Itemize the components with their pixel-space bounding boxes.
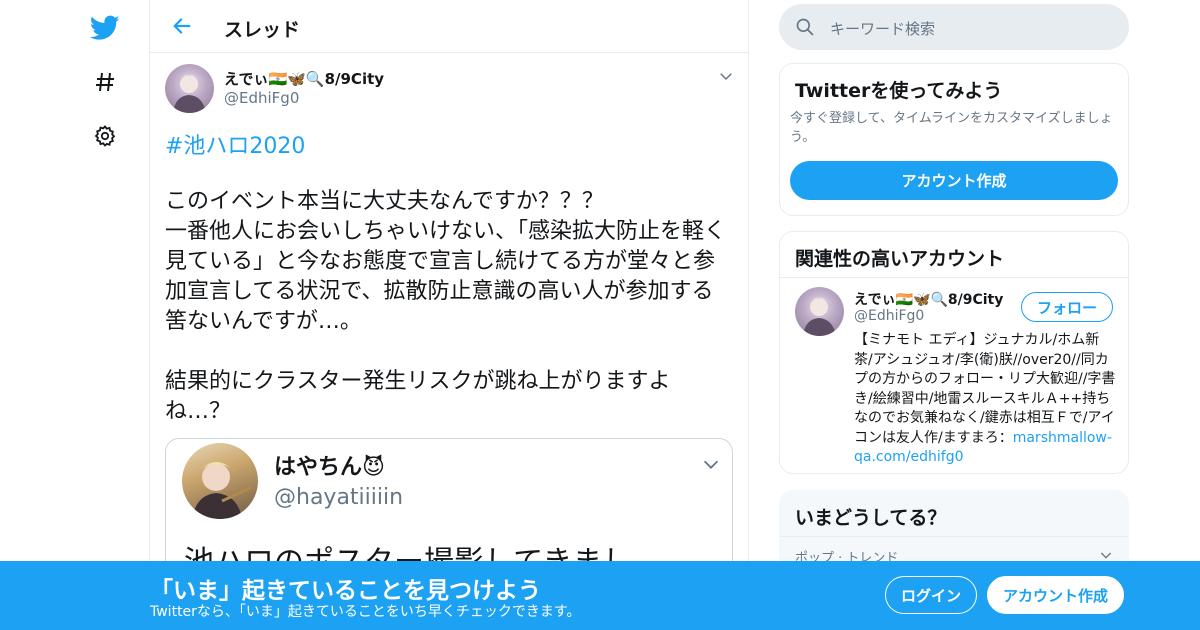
search-box[interactable]: キーワード検索 xyxy=(779,4,1129,50)
left-nav xyxy=(0,0,150,630)
author-avatar[interactable] xyxy=(165,64,214,113)
related-account-bio-text: 【ミナモト エディ】ジュナカル/ホム新茶/アシュジュオ/李(衛)朕//over2… xyxy=(854,332,1116,446)
divider xyxy=(780,277,1128,278)
back-arrow-icon[interactable] xyxy=(168,12,196,40)
page-title: スレッド xyxy=(224,19,301,41)
settings-gear-icon[interactable] xyxy=(85,116,125,156)
column-divider-right xyxy=(748,0,749,630)
related-account-handle[interactable]: @EdhiFg0 xyxy=(854,308,924,324)
twitter-logo-icon[interactable] xyxy=(85,8,125,48)
related-account-avatar[interactable] xyxy=(795,287,844,336)
bottom-create-account-button[interactable]: アカウント作成 xyxy=(987,576,1124,614)
trends-card-title: いまどうしてる？ xyxy=(795,507,947,529)
quoted-author-handle[interactable]: @hayatiiiiin xyxy=(274,485,403,510)
signup-card-description: 今すぐ登録して、タイムラインをカスタマイズしましょう。 xyxy=(790,111,1113,145)
related-account-bio: 【ミナモト エディ】ジュナカル/ホム新茶/アシュジュオ/李(衛)朕//over2… xyxy=(854,331,1116,468)
tweet-body-text: このイベント本当に大丈夫なんですか？？？ 一番他人にお会いしちゃいけない、「感染… xyxy=(165,189,727,424)
search-placeholder[interactable]: キーワード検索 xyxy=(830,18,935,39)
related-accounts-card: 関連性の高いアカウント えでぃ🇮🇳🦋🔍8/9City @EdhiFg0 フォロー… xyxy=(779,231,1129,474)
column-divider-left xyxy=(149,0,150,630)
author-name[interactable]: えでぃ🇮🇳🦋🔍8/9City xyxy=(224,68,384,89)
thread-header: スレッド xyxy=(150,0,748,53)
signup-card-title: Twitterを使ってみよう xyxy=(795,80,1003,102)
related-account-name[interactable]: えでぃ🇮🇳🦋🔍8/9City xyxy=(854,289,1003,309)
divider xyxy=(780,536,1128,537)
related-card-title: 関連性の高いアカウント xyxy=(795,248,1005,270)
bottom-signup-bar: 「いま」起きていることを見つけよう Twitterなら、「いま」起きていることを… xyxy=(0,561,1200,630)
signup-card: Twitterを使ってみよう 今すぐ登録して、タイムラインをカスタマイズしましょ… xyxy=(779,63,1129,216)
bottom-bar-subtext: Twitterなら、「いま」起きていることをいち早くチェックできます。 xyxy=(150,604,581,620)
search-icon xyxy=(795,17,815,41)
hashtag-explore-icon[interactable] xyxy=(85,62,125,102)
login-button[interactable]: ログイン xyxy=(885,576,977,614)
tweet-hashtag-link[interactable]: #池ハロ2020 xyxy=(165,128,305,160)
quoted-tweet-card[interactable]: はやちん😈 @hayatiiiiin 池ハロのポスター撮影してきまし xyxy=(165,438,733,578)
quoted-menu-chevron-down-icon[interactable] xyxy=(700,453,722,475)
author-handle[interactable]: @EdhiFg0 xyxy=(224,89,299,107)
quoted-author-avatar[interactable] xyxy=(182,443,258,519)
signup-card-create-account-button[interactable]: アカウント作成 xyxy=(790,161,1118,200)
tweet-menu-chevron-down-icon[interactable] xyxy=(717,67,735,85)
follow-button[interactable]: フォロー xyxy=(1021,292,1113,322)
bottom-bar-headline: 「いま」起きていることを見つけよう xyxy=(150,578,541,604)
quoted-author-name[interactable]: はやちん😈 xyxy=(274,449,385,481)
